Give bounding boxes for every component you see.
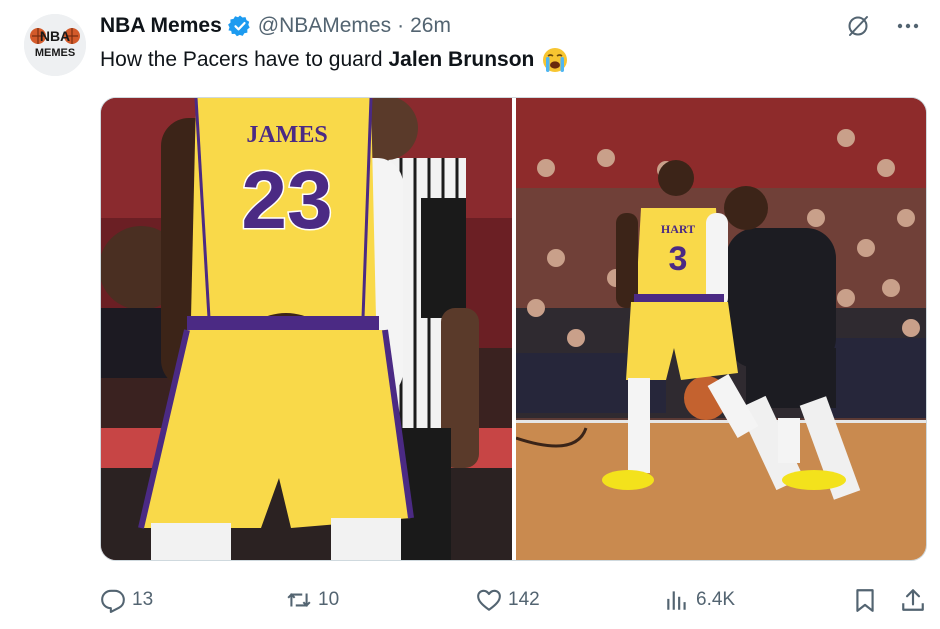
- views-button[interactable]: 6.4K: [664, 580, 735, 620]
- header-actions: [844, 12, 922, 40]
- media-image-left[interactable]: JAMES 23: [101, 98, 512, 560]
- tweet-card[interactable]: NBA MEMES NBA Memes @NBAMemes · 26m How …: [0, 0, 940, 629]
- views-count: 6.4K: [696, 589, 736, 610]
- left-jersey-name: JAMES: [246, 122, 327, 148]
- reply-button[interactable]: 13: [100, 580, 153, 620]
- avatar-text-bottom: MEMES: [35, 47, 75, 59]
- avatar[interactable]: NBA MEMES: [24, 14, 86, 76]
- retweet-button[interactable]: 10: [286, 580, 339, 620]
- display-name[interactable]: NBA Memes: [100, 14, 222, 38]
- separator-dot: ·: [397, 14, 405, 37]
- bookmark-button[interactable]: [852, 580, 878, 620]
- tweet-text-prefix: How the Pacers have to guard: [100, 48, 383, 71]
- tweet-text: How the Pacers have to guard Jalen Bruns…: [100, 44, 570, 76]
- retweet-count: 10: [318, 589, 340, 610]
- share-button[interactable]: [900, 580, 926, 620]
- share-icon: [902, 589, 924, 611]
- media-grid[interactable]: JAMES 23 HART 3: [100, 97, 927, 561]
- reply-icon: [101, 589, 125, 613]
- avatar-text-top: NBA: [40, 28, 70, 44]
- verified-badge-icon: [227, 14, 252, 38]
- views-chart-icon: [667, 591, 686, 610]
- action-bar: 13 10 142 6.4K: [100, 580, 930, 620]
- loudly-crying-face-icon: [540, 45, 570, 75]
- reply-count: 13: [132, 589, 154, 610]
- like-count: 142: [508, 589, 540, 610]
- more-dots-icon[interactable]: [894, 12, 922, 40]
- right-jersey-name: HART: [661, 222, 695, 236]
- retweet-icon: [287, 593, 311, 607]
- timestamp[interactable]: 26m: [410, 14, 451, 38]
- handle[interactable]: @NBAMemes: [258, 14, 391, 38]
- like-button[interactable]: 142: [476, 580, 540, 620]
- media-image-right[interactable]: HART 3: [516, 98, 926, 560]
- tweet-header: NBA Memes @NBAMemes · 26m: [100, 10, 451, 42]
- left-jersey-number: 23: [241, 155, 332, 246]
- grok-icon[interactable]: [844, 12, 872, 40]
- bookmark-icon: [856, 589, 874, 612]
- heart-icon: [477, 589, 501, 611]
- tweet-text-bold-name: Jalen Brunson: [388, 48, 535, 71]
- right-jersey-number: 3: [669, 240, 688, 278]
